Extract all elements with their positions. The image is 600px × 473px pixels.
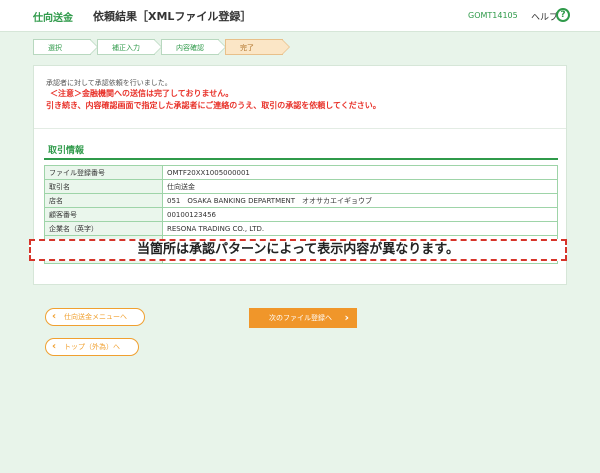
step-select: 選択 bbox=[33, 39, 98, 55]
row-label: 取引名 bbox=[44, 179, 163, 194]
info-message: 承認者に対して承認依頼を行いました。 bbox=[46, 79, 172, 87]
remittance-menu-label: 仕向送金メニューへ bbox=[64, 313, 127, 321]
chevron-left-icon: ‹ bbox=[52, 311, 57, 322]
section-underline bbox=[44, 158, 558, 160]
row-value: 00100123456 bbox=[162, 207, 558, 222]
screen-id: GOMT14105 bbox=[468, 11, 518, 20]
table-row: 店名 051 OSAKA BANKING DEPARTMENT オオサカエイギョ… bbox=[44, 193, 558, 208]
row-label: ファイル登録番号 bbox=[44, 165, 163, 180]
warning-message: ＜注意＞金融機関への送信は完了しておりません。 bbox=[50, 89, 234, 98]
header-bar: 仕向送金 依頼結果［XMLファイル登録］ GOMT14105 ヘルプ ? bbox=[0, 0, 600, 32]
instruction-message: 引き続き、内容確認画面で指定した承認者にご連絡のうえ、取引の承認を依頼してくださ… bbox=[46, 101, 381, 110]
row-label: 店名 bbox=[44, 193, 163, 208]
row-value: OMTF20XX1005000001 bbox=[162, 165, 558, 180]
step-content-confirm: 内容確認 bbox=[161, 39, 226, 55]
help-icon[interactable]: ? bbox=[556, 8, 570, 22]
table-row: 顧客番号 00100123456 bbox=[44, 207, 558, 222]
chevron-right-icon: › bbox=[344, 311, 349, 324]
table-row: ファイル登録番号 OMTF20XX1005000001 bbox=[44, 165, 558, 180]
next-file-registration-label: 次のファイル登録へ bbox=[269, 314, 332, 322]
row-value: RESONA TRADING CO., LTD. bbox=[162, 221, 558, 236]
next-file-registration-button[interactable]: 次のファイル登録へ › bbox=[249, 308, 357, 328]
remittance-menu-button[interactable]: ‹ 仕向送金メニューへ bbox=[45, 308, 145, 326]
progress-steps: 選択 補正入力 内容確認 完了 bbox=[33, 39, 290, 55]
step-complete: 完了 bbox=[225, 39, 290, 55]
help-link[interactable]: ヘルプ bbox=[531, 10, 558, 23]
row-label: 企業名（英字） bbox=[44, 221, 163, 236]
table-row: 企業名（英字） RESONA TRADING CO., LTD. bbox=[44, 221, 558, 236]
table-row: 取引名 仕向送金 bbox=[44, 179, 558, 194]
page-title: 依頼結果［XMLファイル登録］ bbox=[93, 10, 252, 23]
approval-pattern-notice: 当箇所は承認パターンによって表示内容が異なります。 bbox=[29, 239, 567, 261]
section-title-transaction-info: 取引情報 bbox=[48, 146, 85, 156]
top-forex-button[interactable]: ‹ トップ（外為）へ bbox=[45, 338, 139, 356]
row-label: 顧客番号 bbox=[44, 207, 163, 222]
chevron-left-icon: ‹ bbox=[52, 341, 57, 352]
row-value: 051 OSAKA BANKING DEPARTMENT オオサカエイギョウブ bbox=[162, 193, 558, 208]
divider bbox=[34, 128, 566, 129]
step-correction-input: 補正入力 bbox=[97, 39, 162, 55]
brand-label: 仕向送金 bbox=[33, 13, 73, 24]
top-forex-label: トップ（外為）へ bbox=[64, 343, 120, 351]
row-value: 仕向送金 bbox=[162, 179, 558, 194]
